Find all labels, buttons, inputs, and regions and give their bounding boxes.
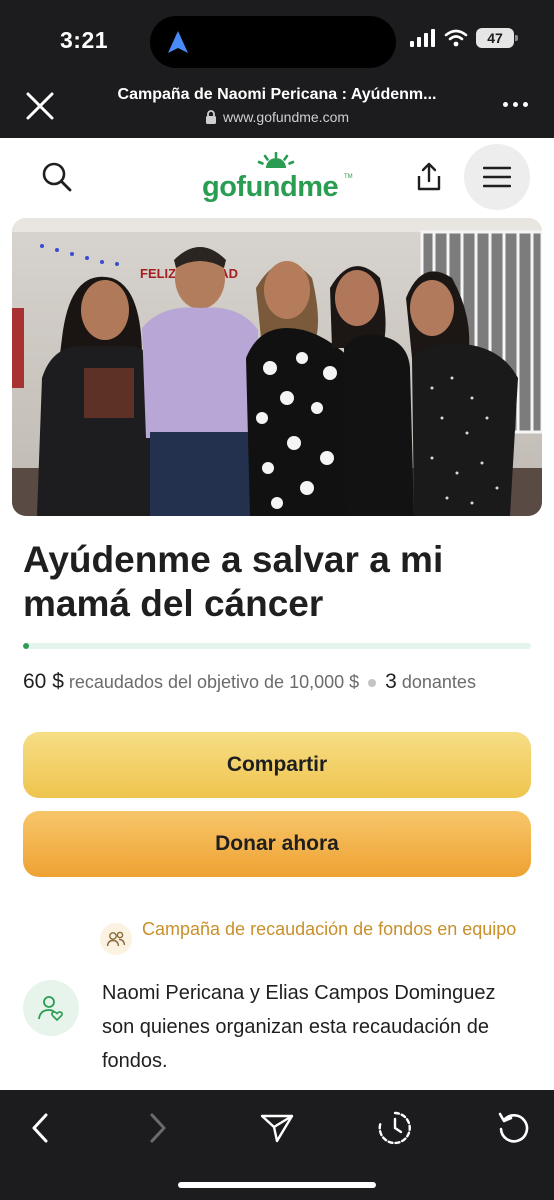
logo-trademark: TM — [344, 174, 353, 180]
dynamic-island — [150, 16, 396, 68]
status-bar: 3:21 47 — [0, 0, 554, 76]
send-icon — [260, 1114, 294, 1143]
menu-icon — [483, 166, 511, 188]
status-indicators: 47 — [410, 28, 518, 48]
browser-toolbar — [0, 1090, 554, 1200]
team-fundraiser-badge: Campaña de recaudación de fondos en equi… — [100, 914, 522, 955]
back-button[interactable] — [20, 1108, 60, 1148]
close-icon[interactable] — [24, 90, 56, 122]
timer-icon — [378, 1111, 411, 1145]
raised-label: recaudados del objetivo de — [68, 672, 285, 692]
team-fundraiser-label: Campaña de recaudación de fondos en equi… — [142, 919, 517, 939]
raised-amount: 60 $ — [23, 670, 64, 693]
donors-count: 3 — [385, 670, 397, 693]
home-indicator — [178, 1182, 376, 1188]
battery-indicator: 47 — [476, 28, 518, 48]
navigation-arrow-icon — [168, 31, 188, 53]
logo-sun-icon — [257, 152, 295, 168]
status-time: 3:21 — [60, 27, 109, 53]
gofundme-logo[interactable]: gofundme TM — [202, 152, 353, 204]
campaign-title: Ayúdenme a salvar a mi mamá del cáncer — [23, 539, 444, 625]
fundraising-stats: 60 $ recaudados del objetivo de 10,000 $… — [23, 670, 476, 694]
share-button[interactable]: Compartir — [23, 732, 531, 798]
campaign-photo[interactable]: FELIZ NAVIDAD — [12, 218, 542, 516]
browser-page-title: Campaña de Naomi Pericana : Ayúdenm... — [117, 86, 437, 103]
search-icon[interactable] — [40, 160, 74, 194]
forward-button[interactable] — [138, 1108, 178, 1148]
web-page: gofundme TM FELIZ Ayúdenme a salvar a mi… — [0, 138, 554, 1090]
url-row: www.gofundme.com — [90, 109, 464, 125]
forward-icon — [150, 1113, 166, 1143]
goal-amount: 10,000 $ — [289, 672, 360, 692]
send-button[interactable] — [257, 1108, 297, 1148]
separator-dot — [368, 679, 377, 688]
team-icon — [100, 923, 132, 955]
wifi-icon — [444, 29, 468, 47]
menu-button[interactable] — [464, 144, 530, 210]
back-icon — [32, 1113, 48, 1143]
reload-button[interactable] — [494, 1108, 534, 1148]
signal-icon — [410, 29, 435, 47]
url-text: www.gofundme.com — [222, 109, 350, 125]
more-icon[interactable] — [503, 102, 528, 107]
donate-button[interactable]: Donar ahora — [23, 811, 531, 877]
organizer-description: Naomi Pericana y Elias Campos Dominguez … — [102, 982, 496, 1072]
progress-bar — [23, 643, 531, 649]
browser-header: Campaña de Naomi Pericana : Ayúdenm... w… — [0, 76, 554, 138]
logo-text: gofundme — [202, 171, 339, 203]
progress-fill — [23, 643, 30, 649]
site-header: gofundme TM — [0, 138, 554, 216]
campaign-photo-illustration: FELIZ NAVIDAD — [12, 218, 542, 516]
share-icon[interactable] — [412, 160, 446, 194]
organizer-icon — [23, 980, 79, 1036]
reload-icon — [498, 1112, 529, 1143]
timer-button[interactable] — [375, 1108, 415, 1148]
donors-label[interactable]: donantes — [402, 672, 476, 692]
lock-icon — [205, 110, 216, 124]
organizer-section: Naomi Pericana y Elias Campos Dominguez … — [23, 976, 533, 1078]
